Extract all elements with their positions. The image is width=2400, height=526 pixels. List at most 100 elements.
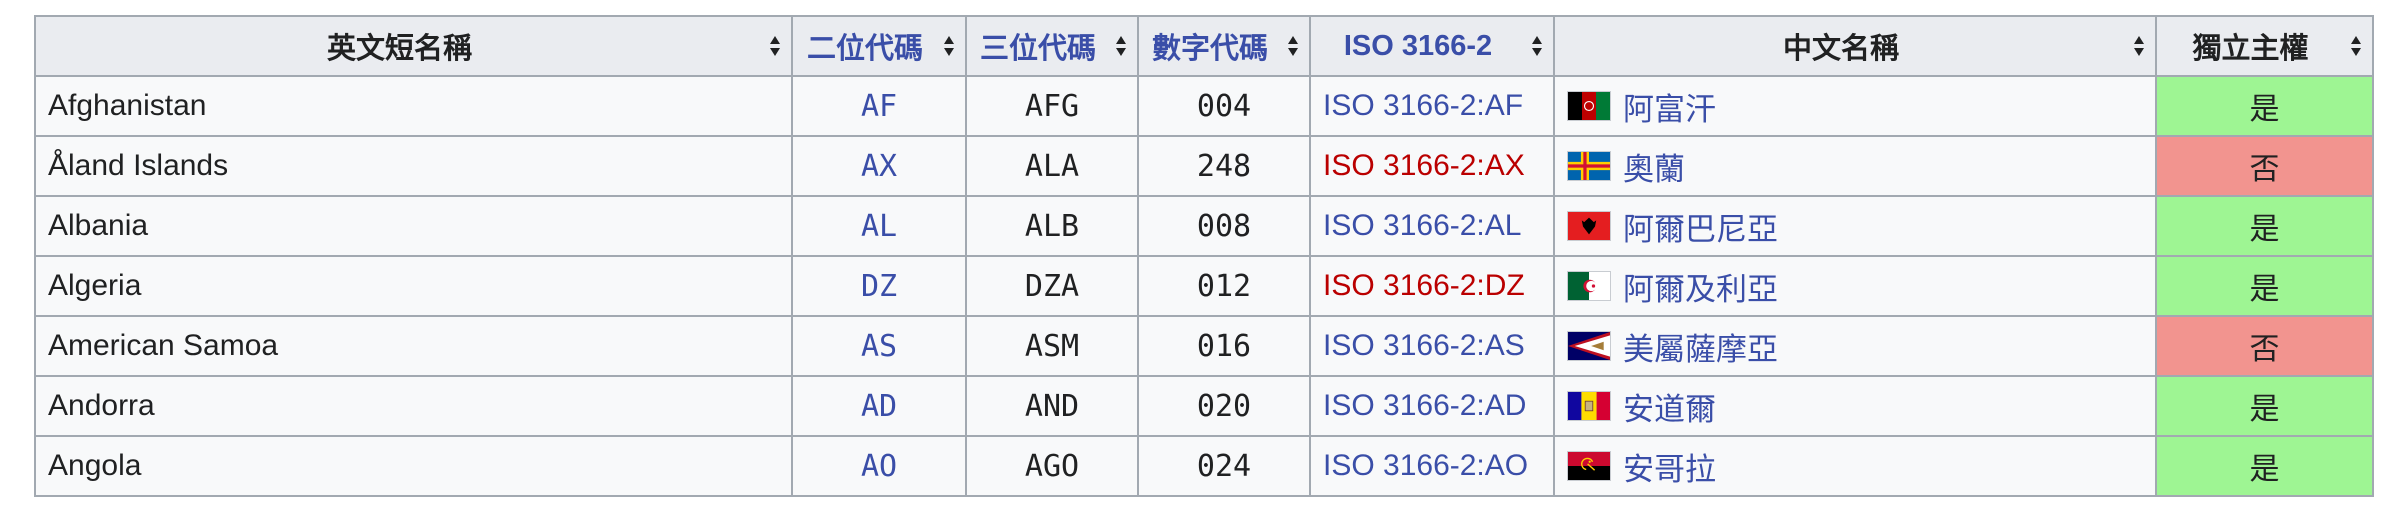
chinese-name-link[interactable]: 阿爾及利亞	[1623, 272, 1778, 307]
alpha3-cell: AFG	[965, 75, 1139, 137]
english-name-cell: Angola	[34, 435, 793, 497]
numeric-code: 004	[1196, 88, 1252, 124]
alpha3-cell: ASM	[965, 315, 1139, 377]
chinese-name-link[interactable]: 安哥拉	[1623, 452, 1716, 487]
sovereignty-value: 否	[2249, 333, 2280, 366]
alpha3-code: AGO	[1024, 448, 1080, 484]
country-codes-table-container: 英文短名稱 二位代碼 三位代碼 數字代碼 ISO 3166-2 中文名稱 獨立主…	[34, 15, 2374, 497]
table-row: Algeria DZ DZA 012 ISO 3166-2:DZ 阿爾及利亞 是	[34, 255, 2374, 317]
alpha2-cell: AD	[791, 375, 967, 437]
albania-flag-icon	[1567, 211, 1611, 241]
numeric-code: 024	[1196, 448, 1252, 484]
iso-3166-2-link[interactable]: ISO 3166-2:AX	[1323, 149, 1525, 182]
sovereignty-cell: 是	[2155, 255, 2374, 317]
sort-arrows-icon[interactable]	[943, 35, 955, 57]
column-header-link[interactable]: 數字代碼	[1152, 25, 1268, 67]
alpha2-cell: AL	[791, 195, 967, 257]
iso-3166-2-cell: ISO 3166-2:AX	[1309, 135, 1555, 197]
numeric-code: 248	[1196, 148, 1252, 184]
column-header-numeric[interactable]: 數字代碼	[1137, 15, 1311, 77]
sovereignty-cell: 是	[2155, 375, 2374, 437]
table-header-row: 英文短名稱 二位代碼 三位代碼 數字代碼 ISO 3166-2 中文名稱 獨立主…	[34, 15, 2374, 77]
chinese-name-cell: 阿爾巴尼亞	[1553, 195, 2157, 257]
numeric-cell: 020	[1137, 375, 1311, 437]
chinese-name-cell: 安哥拉	[1553, 435, 2157, 497]
sort-arrows-icon[interactable]	[1287, 35, 1299, 57]
alpha2-cell: AX	[791, 135, 967, 197]
iso-3166-2-link[interactable]: ISO 3166-2:AF	[1323, 89, 1523, 122]
alpha2-cell: AS	[791, 315, 967, 377]
chinese-name-link[interactable]: 美屬薩摩亞	[1623, 332, 1778, 367]
sovereignty-value: 是	[2249, 453, 2280, 486]
numeric-cell: 004	[1137, 75, 1311, 137]
sovereignty-cell: 是	[2155, 435, 2374, 497]
sovereignty-value: 是	[2249, 393, 2280, 426]
column-header-link[interactable]: ISO 3166-2	[1344, 30, 1492, 63]
iso-3166-2-cell: ISO 3166-2:AF	[1309, 75, 1555, 137]
alpha2-code: AX	[860, 148, 898, 184]
chinese-name-link[interactable]: 阿爾巴尼亞	[1623, 212, 1778, 247]
alpha2-code: AS	[860, 328, 898, 364]
sovereignty-value: 是	[2249, 213, 2280, 246]
column-header-link[interactable]: 三位代碼	[980, 25, 1096, 67]
numeric-code: 016	[1196, 328, 1252, 364]
column-header-chinese-name[interactable]: 中文名稱	[1553, 15, 2157, 77]
iso-3166-2-cell: ISO 3166-2:DZ	[1309, 255, 1555, 317]
alpha2-cell: AO	[791, 435, 967, 497]
table-row: Albania AL ALB 008 ISO 3166-2:AL 阿爾巴尼亞 是	[34, 195, 2374, 257]
column-header-iso-3166-2[interactable]: ISO 3166-2	[1309, 15, 1555, 77]
iso-3166-2-link[interactable]: ISO 3166-2:AS	[1323, 329, 1525, 362]
numeric-code: 008	[1196, 208, 1252, 244]
sort-arrows-icon[interactable]	[2133, 35, 2145, 57]
table-row: Åland Islands AX ALA 248 ISO 3166-2:AX 奧…	[34, 135, 2374, 197]
alpha2-cell: AF	[791, 75, 967, 137]
column-header-alpha3[interactable]: 三位代碼	[965, 15, 1139, 77]
column-header-label: 中文名稱	[1782, 33, 1899, 65]
alpha3-code: ALA	[1024, 148, 1080, 184]
iso-3166-2-cell: ISO 3166-2:AO	[1309, 435, 1555, 497]
column-header-label: 英文短名稱	[326, 33, 472, 65]
sovereignty-value: 是	[2249, 93, 2280, 126]
alpha2-code: AD	[860, 388, 898, 424]
table-row: Afghanistan AF AFG 004 ISO 3166-2:AF 阿富汗…	[34, 75, 2374, 137]
column-header-alpha2[interactable]: 二位代碼	[791, 15, 967, 77]
numeric-cell: 016	[1137, 315, 1311, 377]
iso-3166-2-link[interactable]: ISO 3166-2:AO	[1323, 449, 1528, 482]
sort-arrows-icon[interactable]	[1115, 35, 1127, 57]
chinese-name-link[interactable]: 安道爾	[1623, 392, 1716, 427]
aland-flag-icon	[1567, 151, 1611, 181]
english-name: Algeria	[48, 269, 142, 302]
chinese-name-link[interactable]: 阿富汗	[1623, 92, 1716, 127]
alpha2-code: AO	[860, 448, 898, 484]
iso-3166-2-link[interactable]: ISO 3166-2:AL	[1323, 209, 1521, 242]
chinese-name-link[interactable]: 奧蘭	[1623, 152, 1685, 187]
alpha3-cell: ALB	[965, 195, 1139, 257]
american-samoa-flag-icon	[1567, 331, 1611, 361]
column-header-link[interactable]: 二位代碼	[807, 25, 923, 67]
sort-arrows-icon[interactable]	[769, 35, 781, 57]
country-codes-table: 英文短名稱 二位代碼 三位代碼 數字代碼 ISO 3166-2 中文名稱 獨立主…	[34, 15, 2374, 497]
chinese-name-cell: 阿爾及利亞	[1553, 255, 2157, 317]
sovereignty-value: 否	[2249, 153, 2280, 186]
iso-3166-2-link[interactable]: ISO 3166-2:AD	[1323, 389, 1526, 422]
alpha3-code: AFG	[1024, 88, 1080, 124]
english-name-cell: Albania	[34, 195, 793, 257]
iso-3166-2-cell: ISO 3166-2:AD	[1309, 375, 1555, 437]
iso-3166-2-link[interactable]: ISO 3166-2:DZ	[1323, 269, 1525, 302]
sort-arrows-icon[interactable]	[2350, 35, 2362, 57]
alpha3-code: DZA	[1024, 268, 1080, 304]
table-body: Afghanistan AF AFG 004 ISO 3166-2:AF 阿富汗…	[34, 75, 2374, 497]
iso-3166-2-cell: ISO 3166-2:AS	[1309, 315, 1555, 377]
alpha3-cell: AGO	[965, 435, 1139, 497]
sovereignty-cell: 是	[2155, 75, 2374, 137]
numeric-code: 020	[1196, 388, 1252, 424]
sovereignty-value: 是	[2249, 273, 2280, 306]
numeric-cell: 024	[1137, 435, 1311, 497]
column-header-sovereignty[interactable]: 獨立主權	[2155, 15, 2374, 77]
english-name-cell: American Samoa	[34, 315, 793, 377]
column-header-english-name[interactable]: 英文短名稱	[34, 15, 793, 77]
english-name: American Samoa	[48, 329, 279, 362]
sort-arrows-icon[interactable]	[1531, 35, 1543, 57]
algeria-flag-icon	[1567, 271, 1611, 301]
alpha3-cell: DZA	[965, 255, 1139, 317]
